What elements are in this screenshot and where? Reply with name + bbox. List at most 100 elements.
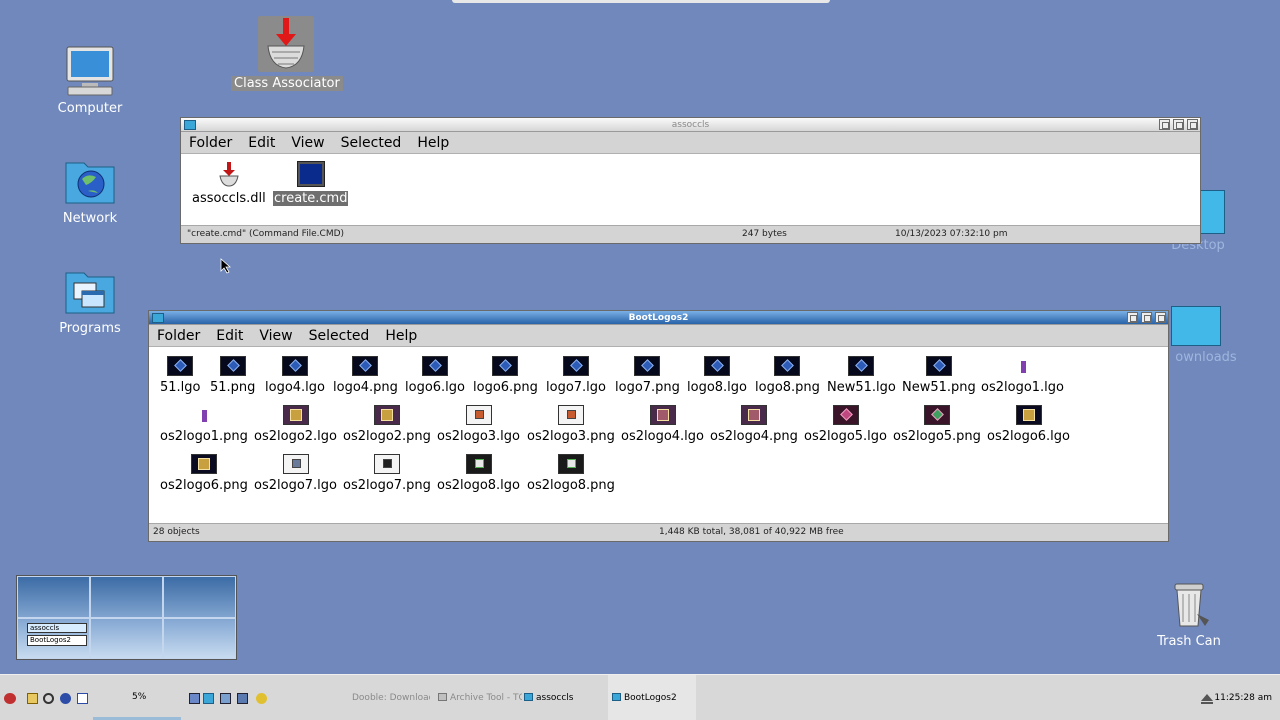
- file-icon[interactable]: logo6.png: [472, 356, 539, 395]
- clock[interactable]: 11:25:28 am: [1214, 675, 1272, 720]
- assoccls-window[interactable]: assoccls Folder Edit View Selected Help …: [180, 117, 1201, 244]
- hide-button[interactable]: [1159, 119, 1170, 130]
- file-icon[interactable]: os2logo4.lgo: [620, 405, 705, 444]
- workplace-switcher[interactable]: assoccls BootLogos2: [16, 575, 237, 660]
- file-label: os2logo1.png: [160, 429, 248, 444]
- image-thumbnail: [923, 405, 950, 425]
- file-label: logo6.lgo: [405, 380, 465, 395]
- file-icon[interactable]: logo8.lgo: [686, 356, 748, 395]
- workplace-cell[interactable]: [90, 617, 163, 659]
- menu-folder[interactable]: Folder: [157, 325, 200, 346]
- workplace-cell[interactable]: [163, 576, 236, 618]
- eye-icon[interactable]: [4, 693, 16, 704]
- timer-icon[interactable]: [77, 693, 88, 704]
- switcher-window-assoccls[interactable]: assoccls: [27, 623, 87, 633]
- file-icon[interactable]: os2logo6.lgo: [986, 405, 1071, 444]
- file-icon[interactable]: os2logo1.lgo: [980, 356, 1065, 395]
- folder-content[interactable]: assoccls.dll create.cmd: [181, 155, 1200, 225]
- file-icon[interactable]: logo7.lgo: [545, 356, 607, 395]
- drive-icon[interactable]: [220, 693, 231, 704]
- file-icon[interactable]: logo8.png: [754, 356, 821, 395]
- file-icon[interactable]: os2logo2.lgo: [253, 405, 338, 444]
- menu-selected[interactable]: Selected: [341, 132, 402, 153]
- desktop-icon-programs[interactable]: Programs: [35, 265, 145, 336]
- file-icon[interactable]: os2logo3.png: [526, 405, 616, 444]
- menu-view[interactable]: View: [291, 132, 324, 153]
- bootlogos2-window[interactable]: BootLogos2 Folder Edit View Selected Hel…: [148, 310, 1169, 542]
- task-bootlogos2[interactable]: BootLogos2: [608, 675, 696, 720]
- menu-edit[interactable]: Edit: [216, 325, 243, 346]
- file-icon[interactable]: os2logo7.lgo: [253, 454, 338, 493]
- task-label: BootLogos2: [624, 693, 677, 703]
- trash-can-label: Trash Can: [1157, 634, 1221, 649]
- lock-icon[interactable]: [27, 693, 38, 704]
- image-thumbnail: [373, 405, 400, 425]
- workplace-cell[interactable]: [90, 576, 163, 618]
- file-icon[interactable]: New51.lgo: [826, 356, 897, 395]
- menu-edit[interactable]: Edit: [248, 132, 275, 153]
- desktop-icon-network[interactable]: Network: [35, 155, 145, 226]
- file-label: os2logo2.lgo: [254, 429, 337, 444]
- file-icon[interactable]: logo4.lgo: [264, 356, 326, 395]
- menu-selected[interactable]: Selected: [309, 325, 370, 346]
- window-list-icon[interactable]: [189, 693, 200, 704]
- file-icon[interactable]: logo7.png: [614, 356, 681, 395]
- task-assoccls[interactable]: assoccls: [520, 675, 606, 720]
- desktop-icon-computer[interactable]: Computer: [35, 45, 145, 116]
- image-thumbnail: [557, 454, 584, 474]
- folder-icon: [1171, 306, 1221, 346]
- task-archive-tool[interactable]: Archive Tool - TOC: [434, 675, 522, 720]
- file-icon[interactable]: New51.png: [901, 356, 977, 395]
- eject-icon[interactable]: [1200, 693, 1214, 709]
- file-icon[interactable]: os2logo8.lgo: [436, 454, 521, 493]
- file-label: os2logo3.png: [527, 429, 615, 444]
- bootlogos2-titlebar[interactable]: BootLogos2: [149, 311, 1168, 325]
- workplace-cell[interactable]: [163, 617, 236, 659]
- file-icon[interactable]: os2logo2.png: [342, 405, 432, 444]
- file-icon[interactable]: os2logo1.png: [159, 405, 249, 444]
- folder-icon[interactable]: [203, 693, 214, 704]
- minimize-button[interactable]: [1173, 119, 1184, 130]
- workplace-cell[interactable]: [17, 576, 90, 618]
- menu-view[interactable]: View: [259, 325, 292, 346]
- maximize-button[interactable]: [1155, 312, 1166, 323]
- minimize-button[interactable]: [1141, 312, 1152, 323]
- file-label: os2logo8.png: [527, 478, 615, 493]
- file-assoccls-dll[interactable]: assoccls.dll: [191, 161, 267, 206]
- file-create-cmd[interactable]: create.cmd: [273, 161, 349, 206]
- file-icon[interactable]: os2logo4.png: [709, 405, 799, 444]
- file-icon[interactable]: logo6.lgo: [404, 356, 466, 395]
- file-icon[interactable]: 51.png: [209, 356, 256, 395]
- file-icon[interactable]: os2logo7.png: [342, 454, 432, 493]
- file-icon[interactable]: os2logo8.png: [526, 454, 616, 493]
- settings-icon[interactable]: [60, 693, 71, 704]
- top-drawer-handle[interactable]: [452, 0, 830, 3]
- file-icon[interactable]: os2logo5.png: [892, 405, 982, 444]
- trash-can-icon: [1163, 578, 1215, 630]
- image-thumbnail: [740, 405, 767, 425]
- switcher-window-bootlogos2[interactable]: BootLogos2: [27, 635, 87, 646]
- file-icon[interactable]: os2logo5.lgo: [803, 405, 888, 444]
- desktop-icon-class-associator[interactable]: Class Associator: [231, 16, 343, 91]
- menu-folder[interactable]: Folder: [189, 132, 232, 153]
- assoccls-titlebar[interactable]: assoccls: [181, 118, 1200, 132]
- class-associator-label: Class Associator: [231, 76, 343, 91]
- window-title: assoccls: [671, 120, 710, 130]
- image-thumbnail: [832, 405, 859, 425]
- maximize-button[interactable]: [1187, 119, 1198, 130]
- desktop-icon-trash-can[interactable]: Trash Can: [1134, 578, 1244, 649]
- file-icon[interactable]: os2logo6.png: [159, 454, 249, 493]
- task-dooble-downloads[interactable]: Dooble: Downloads: [348, 675, 430, 720]
- image-thumbnail: [190, 454, 217, 474]
- file-icon[interactable]: 51.lgo: [159, 356, 202, 395]
- menu-help[interactable]: Help: [417, 132, 449, 153]
- file-icon[interactable]: logo4.png: [332, 356, 399, 395]
- folder-content[interactable]: 51.lgo 51.png logo4.lgo logo4.png logo6.…: [149, 348, 1168, 523]
- shield-icon[interactable]: [256, 693, 267, 704]
- menu-help[interactable]: Help: [385, 325, 417, 346]
- printer-icon[interactable]: [237, 693, 248, 704]
- hide-button[interactable]: [1127, 312, 1138, 323]
- search-icon[interactable]: [43, 693, 54, 704]
- file-label: os2logo5.png: [893, 429, 981, 444]
- file-icon[interactable]: os2logo3.lgo: [436, 405, 521, 444]
